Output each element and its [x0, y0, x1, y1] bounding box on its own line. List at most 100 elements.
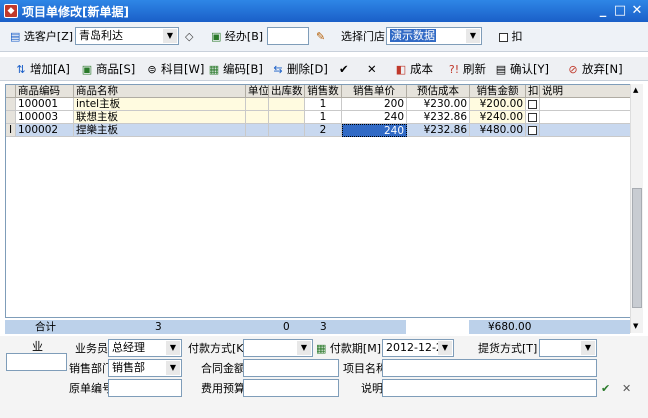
checkbox-icon[interactable]: [528, 112, 537, 122]
salesman-label: 业务员: [75, 342, 108, 355]
app-icon: ◆: [4, 4, 18, 18]
delete-button[interactable]: ⇆ 删除[D]: [271, 60, 327, 78]
checkbox-icon: [499, 32, 508, 42]
pay-date-button[interactable]: ▦ 付款期[M]: [316, 341, 381, 357]
price-cell-editing[interactable]: 240: [342, 124, 407, 137]
chevron-down-icon[interactable]: ▼: [581, 341, 595, 355]
column-header[interactable]: 销售数: [305, 85, 342, 98]
totals-amount: ¥680.00: [488, 321, 532, 333]
chevron-down-icon[interactable]: ▼: [166, 361, 180, 375]
pen-icon[interactable]: ✎: [316, 29, 325, 45]
delivery-label: 提货方式[T]: [478, 342, 538, 355]
table-row[interactable]: 100003 联想主板 1 240 ¥232.86 ¥240.00: [6, 111, 631, 124]
customer-icon: ▤: [10, 30, 21, 43]
eraser-icon[interactable]: ◇: [185, 29, 193, 45]
toolbar: ⇅ 增加[A] ▣ 商品[S] ⊜ 科目[W] ▦ 编码[B] ⇆ 删除[D] ✔ ✕ ◧…: [0, 57, 648, 81]
vertical-scrollbar[interactable]: ▲ ▼: [630, 84, 643, 333]
code-icon: ▦: [208, 63, 220, 76]
check-button[interactable]: ✔: [339, 60, 349, 78]
handler-button[interactable]: ▣ 经办[B]: [211, 29, 263, 45]
cost-icon: ◧: [395, 63, 407, 76]
dept-label: 销售部门: [69, 362, 113, 375]
column-header[interactable]: 销售单价: [342, 85, 407, 98]
confirm-button[interactable]: ▤ 确认[Y]: [494, 60, 549, 78]
customer-select[interactable]: 青岛利达 ▼: [75, 27, 179, 45]
totals-qty: 3: [320, 321, 327, 333]
select-customer-button[interactable]: ▤ 选客户[Z]: [10, 29, 73, 45]
bottom-form: 业 业务员 总经理 ▼ 付款方式[K] ▼ ▦ 付款期[M] 2012-12-26…: [0, 336, 648, 418]
calendar-icon: ▦: [316, 342, 327, 355]
remark-label: 说明: [361, 382, 383, 395]
totals-label: 合计: [35, 321, 56, 333]
refresh-icon: ?!: [448, 63, 460, 76]
pay-method-label: 付款方式[K]: [188, 342, 248, 355]
column-header[interactable]: 说明: [540, 85, 631, 98]
column-header[interactable]: 商品名称: [74, 85, 246, 98]
column-header[interactable]: 商品编码: [16, 85, 74, 98]
scroll-thumb[interactable]: [632, 188, 642, 308]
add-icon: ⇅: [16, 63, 26, 76]
scroll-down-icon[interactable]: ▼: [633, 322, 638, 330]
confirm-icon: ▤: [495, 63, 507, 76]
table-row[interactable]: 100001 intel主板 1 200 ¥230.00 ¥200.00: [6, 98, 631, 111]
form-cancel-icon[interactable]: ✕: [622, 381, 631, 397]
column-header[interactable]: 预估成本: [407, 85, 470, 98]
orig-no-input[interactable]: [108, 379, 182, 397]
totals-row: 合计 3 0 3 ¥680.00: [5, 320, 630, 334]
abandon-icon: ⊘: [568, 63, 578, 76]
code-button[interactable]: ▦ 编码[B]: [207, 60, 263, 78]
chevron-down-icon[interactable]: ▼: [297, 341, 311, 355]
pay-date-picker[interactable]: 2012-12-26 ▼: [382, 339, 454, 357]
title-bar: ◆ 项目单修改[新单据] _ □ ✕: [0, 0, 648, 22]
chevron-down-icon[interactable]: ▼: [438, 341, 452, 355]
product-icon: ▣: [81, 63, 93, 76]
items-grid: 商品编码 商品名称 单位 出库数 销售数 销售单价 预估成本 销售金额 扣 说明…: [5, 84, 632, 318]
remark-input[interactable]: [382, 379, 597, 397]
pay-method-select[interactable]: ▼: [243, 339, 313, 357]
column-header[interactable]: 单位: [246, 85, 269, 98]
maximize-button[interactable]: □: [613, 4, 627, 18]
add-button[interactable]: ⇅ 增加[A]: [14, 60, 69, 78]
current-row-marker: I: [6, 124, 16, 137]
column-header[interactable]: 出库数: [269, 85, 305, 98]
column-header[interactable]: 扣: [526, 85, 540, 98]
grid-header: 商品编码 商品名称 单位 出库数 销售数 销售单价 预估成本 销售金额 扣 说明: [6, 85, 631, 98]
budget-input[interactable]: [243, 379, 339, 397]
salesman-select[interactable]: 总经理 ▼: [108, 339, 182, 357]
minimize-button[interactable]: _: [596, 4, 610, 18]
delete-icon: ⇆: [273, 63, 283, 76]
project-input[interactable]: [382, 359, 597, 377]
chevron-down-icon[interactable]: ▼: [166, 341, 180, 355]
cost-button[interactable]: ◧ 成本: [394, 60, 433, 78]
contract-label: 合同金额: [201, 362, 245, 375]
project-label: 项目名称: [343, 362, 387, 375]
close-button[interactable]: ✕: [630, 4, 644, 18]
checkbox-icon[interactable]: [528, 99, 537, 109]
column-header[interactable]: 销售金额: [470, 85, 526, 98]
chevron-down-icon[interactable]: ▼: [163, 29, 177, 43]
chevron-down-icon[interactable]: ▼: [466, 29, 480, 43]
abandon-button[interactable]: ⊘ 放弃[N]: [566, 60, 622, 78]
table-row-selected[interactable]: I 100002 捏樂主板 2 240 ¥232.86 ¥480.00: [6, 124, 631, 137]
subject-icon: ⊜: [147, 63, 157, 76]
totals-name-count: 3: [155, 321, 162, 333]
handler-input[interactable]: [267, 27, 309, 45]
store-select[interactable]: 演示数据 ▼: [386, 27, 482, 45]
deduct-checkbox[interactable]: 扣: [499, 29, 523, 45]
dept-select[interactable]: 销售部 ▼: [108, 359, 182, 377]
form-confirm-icon[interactable]: ✔: [601, 381, 610, 397]
store-label: 选择门店: [341, 30, 385, 43]
scroll-up-icon[interactable]: ▲: [633, 86, 638, 94]
contract-input[interactable]: [243, 359, 339, 377]
query-bar: ▤ 选客户[Z] 青岛利达 ▼ ◇ ▣ 经办[B] ✎ 选择门店 演示数据 ▼ 扣: [0, 22, 648, 52]
refresh-button[interactable]: ?! 刷新: [447, 60, 486, 78]
window-title: 项目单修改[新单据]: [22, 4, 129, 19]
subject-button[interactable]: ⊜ 科目[W]: [145, 60, 204, 78]
handler-icon: ▣: [211, 30, 222, 43]
orig-no-label: 原单编号: [69, 382, 113, 395]
checkbox-icon[interactable]: [528, 125, 537, 135]
cross-button[interactable]: ✕: [367, 60, 377, 78]
ye-input[interactable]: [6, 353, 67, 371]
product-button[interactable]: ▣ 商品[S]: [80, 60, 135, 78]
delivery-select[interactable]: ▼: [539, 339, 597, 357]
